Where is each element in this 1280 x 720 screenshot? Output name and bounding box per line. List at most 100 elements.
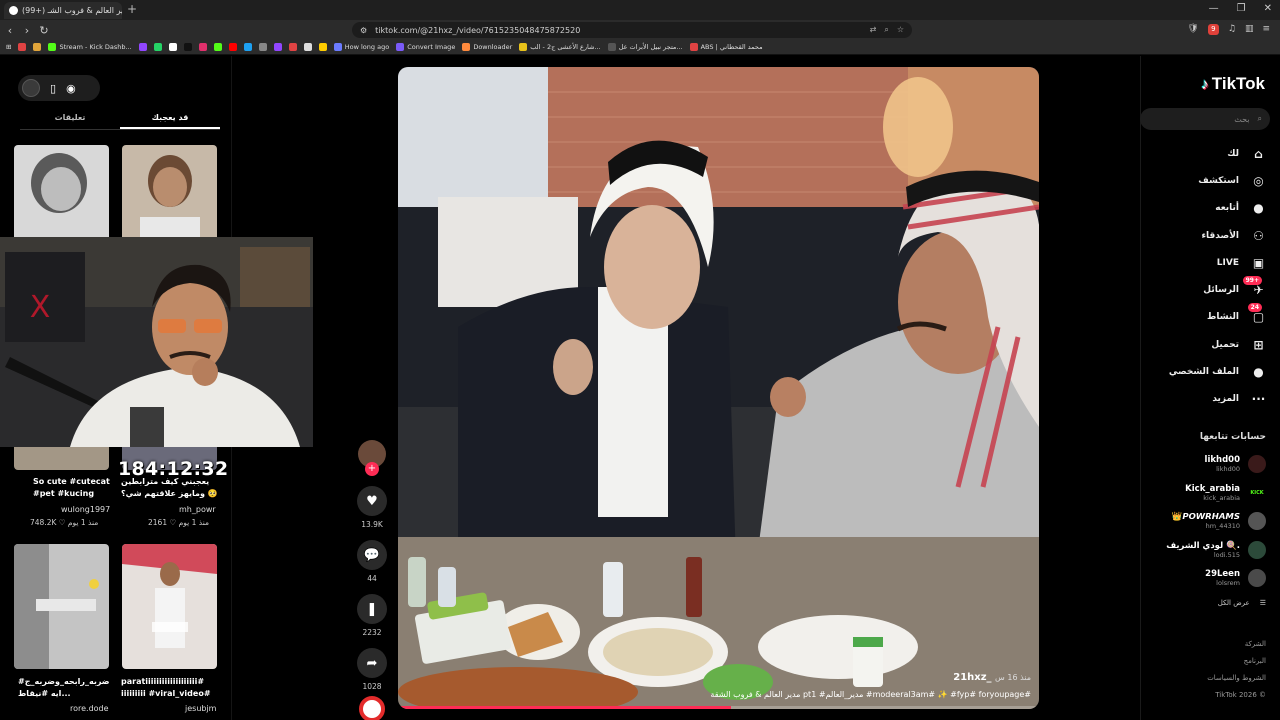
following-account[interactable]: likhd00 likhd00: [1142, 450, 1266, 479]
bookmark-item[interactable]: [168, 43, 177, 51]
bookmark-item[interactable]: شارع الأعشى ج2 - الب...: [519, 43, 601, 51]
heart-icon[interactable]: ♥: [357, 486, 387, 516]
site-settings-icon[interactable]: ⚙: [360, 26, 367, 35]
author-avatar[interactable]: +: [358, 440, 386, 476]
close-window-icon[interactable]: ✕: [1264, 3, 1272, 14]
following-account[interactable]: لودي الشريف 🍭. lodi.515: [1142, 536, 1266, 565]
footer-link[interactable]: الشركة: [1207, 636, 1266, 653]
video-player[interactable]: 21hxz_ منذ 16 س مدير العالم & فروب الشقة…: [398, 67, 1039, 709]
bookmark-item[interactable]: [228, 43, 237, 51]
avatar-icon: ●: [1253, 201, 1264, 216]
bookmark-item[interactable]: [198, 43, 207, 51]
nav-item[interactable]: النشاط ▢ 24: [1146, 302, 1266, 331]
bookmark-item[interactable]: Stream - Kick Dashb...: [48, 43, 132, 51]
translate-icon[interactable]: ⇄: [870, 25, 877, 35]
video-progress-bar[interactable]: [398, 706, 1039, 709]
bookmark-icon[interactable]: ❚: [357, 594, 387, 624]
account-avatar[interactable]: [1248, 455, 1266, 474]
account-avatar[interactable]: [1248, 512, 1266, 531]
footer-link[interactable]: TikTok 2026 ©: [1207, 687, 1266, 704]
tiktok-logo[interactable]: ♪ TikTok: [1201, 74, 1265, 94]
bookmark-item[interactable]: How long ago: [333, 43, 389, 51]
bookmark-item[interactable]: متجر نبيل الأبرات عل...: [607, 43, 683, 51]
media-icon[interactable]: ♫: [1228, 24, 1236, 35]
bookmark-item[interactable]: [213, 43, 222, 51]
bookmark-item[interactable]: [273, 43, 282, 51]
nav-item[interactable]: تحميل ⊞: [1146, 331, 1266, 358]
save-button[interactable]: ❚ 2232: [353, 594, 391, 648]
search-input[interactable]: بحث ⌕: [1140, 108, 1270, 130]
music-disc-icon[interactable]: [359, 696, 385, 720]
bookmark-item[interactable]: [243, 43, 252, 51]
nav-item[interactable]: المزيد ···: [1146, 386, 1266, 413]
account-avatar[interactable]: [1248, 540, 1266, 559]
user-avatar[interactable]: [22, 79, 40, 97]
nav-item[interactable]: استكشف ◎: [1146, 167, 1266, 194]
see-all-link[interactable]: عرض الكل ☰: [1142, 593, 1266, 613]
minimize-icon[interactable]: —: [1209, 3, 1219, 14]
new-tab-button[interactable]: +: [127, 2, 137, 16]
following-account[interactable]: Kick_arabia kick_arabia KICK: [1142, 479, 1266, 508]
bookmark-item[interactable]: ABS | محمد القحطاني: [689, 43, 763, 51]
following-account[interactable]: 👑𝙋𝙊𝙒𝙍𝙃𝘼𝙈𝙎 hm_44310: [1142, 507, 1266, 536]
nav-item[interactable]: لك ⌂: [1146, 140, 1266, 167]
bookmark-item[interactable]: [153, 43, 162, 51]
bookmark-item[interactable]: [288, 43, 297, 51]
bookmark-item[interactable]: [18, 43, 27, 51]
footer-link[interactable]: الشروط والسياسات: [1207, 670, 1266, 687]
like-button[interactable]: ♥ 13.9K: [353, 486, 391, 540]
thumb-user-2[interactable]: mh_powr: [179, 505, 216, 514]
forward-icon[interactable]: ›: [20, 24, 34, 37]
compass-small-icon[interactable]: ◉: [66, 82, 76, 95]
bookmark-item[interactable]: [33, 43, 42, 51]
thumb-user-4[interactable]: jesubjm: [185, 704, 216, 713]
bookmark-star-icon[interactable]: ☆: [897, 25, 904, 35]
nav-item[interactable]: LIVE ▣: [1146, 249, 1266, 276]
zoom-icon[interactable]: ⌕: [884, 25, 888, 35]
phone-icon[interactable]: ▯: [50, 82, 56, 95]
nav-item[interactable]: الأصدقاء ⚇: [1146, 222, 1266, 249]
comment-button[interactable]: 💬 44: [353, 540, 391, 594]
nav-item[interactable]: الرسائل ✈ 99+: [1146, 275, 1266, 303]
maximize-icon[interactable]: ❐: [1237, 3, 1246, 14]
address-bar[interactable]: ⚙ tiktok.com/@21hxz_/video/7615235048475…: [352, 22, 912, 38]
nav-item[interactable]: الملف الشخصي ●: [1146, 358, 1266, 385]
apps-grid-icon[interactable]: ⊞: [6, 43, 11, 51]
following-list: likhd00 likhd00 Kick_arabia kick_arabia KICK…: [1142, 450, 1266, 613]
reload-icon[interactable]: ↻: [37, 24, 51, 37]
tab-you-may-like[interactable]: قد يعجبك: [120, 108, 220, 129]
sidebar-toggle-icon[interactable]: ▥: [1245, 24, 1254, 35]
video-thumbnail-3[interactable]: [14, 544, 109, 669]
browser-tab[interactable]: (99+) مدير العالم & فروب الشـ... ✕: [4, 2, 122, 19]
bookmark-item[interactable]: [303, 43, 312, 51]
following-account[interactable]: 29Leen lolsrem: [1142, 564, 1266, 593]
thumb-user-3[interactable]: rore.dode: [70, 704, 109, 713]
bookmark-item[interactable]: [318, 43, 327, 51]
extension-badge[interactable]: 9: [1207, 24, 1219, 35]
tab-comments[interactable]: تعليقات: [20, 108, 120, 129]
thumb-user-1[interactable]: wulong1997: [61, 505, 110, 514]
share-button[interactable]: ➦ 1028: [353, 648, 391, 702]
account-avatar[interactable]: [1248, 569, 1266, 588]
search-icon[interactable]: ⌕: [1258, 114, 1262, 124]
share-icon[interactable]: ➦: [357, 648, 387, 678]
nav-item[interactable]: أتابعه ●: [1146, 195, 1266, 222]
bookmark-item[interactable]: [183, 43, 192, 51]
video-frame: [398, 67, 1039, 709]
video-actions: + ♥ 13.9K 💬 44 ❚ 2232 ➦ 1028: [353, 440, 391, 720]
back-icon[interactable]: ‹: [3, 24, 17, 37]
video-author[interactable]: 21hxz_: [953, 672, 991, 683]
account-avatar[interactable]: KICK: [1248, 483, 1266, 502]
bookmark-item[interactable]: Downloader: [462, 43, 512, 51]
bookmark-item[interactable]: [138, 43, 147, 51]
footer-link[interactable]: البرنامج: [1207, 653, 1266, 670]
brave-shield-icon[interactable]: 🛡: [1187, 24, 1198, 35]
view-toggle[interactable]: ▯ ◉: [18, 75, 100, 101]
bookmark-item[interactable]: [258, 43, 267, 51]
bookmark-item[interactable]: Convert Image: [396, 43, 455, 51]
account-handle: lodi.515: [1213, 550, 1240, 559]
comment-icon[interactable]: 💬: [357, 540, 387, 570]
follow-plus-icon[interactable]: +: [365, 462, 379, 476]
video-thumbnail-4[interactable]: [122, 544, 217, 669]
menu-icon[interactable]: ≡: [1262, 24, 1270, 35]
